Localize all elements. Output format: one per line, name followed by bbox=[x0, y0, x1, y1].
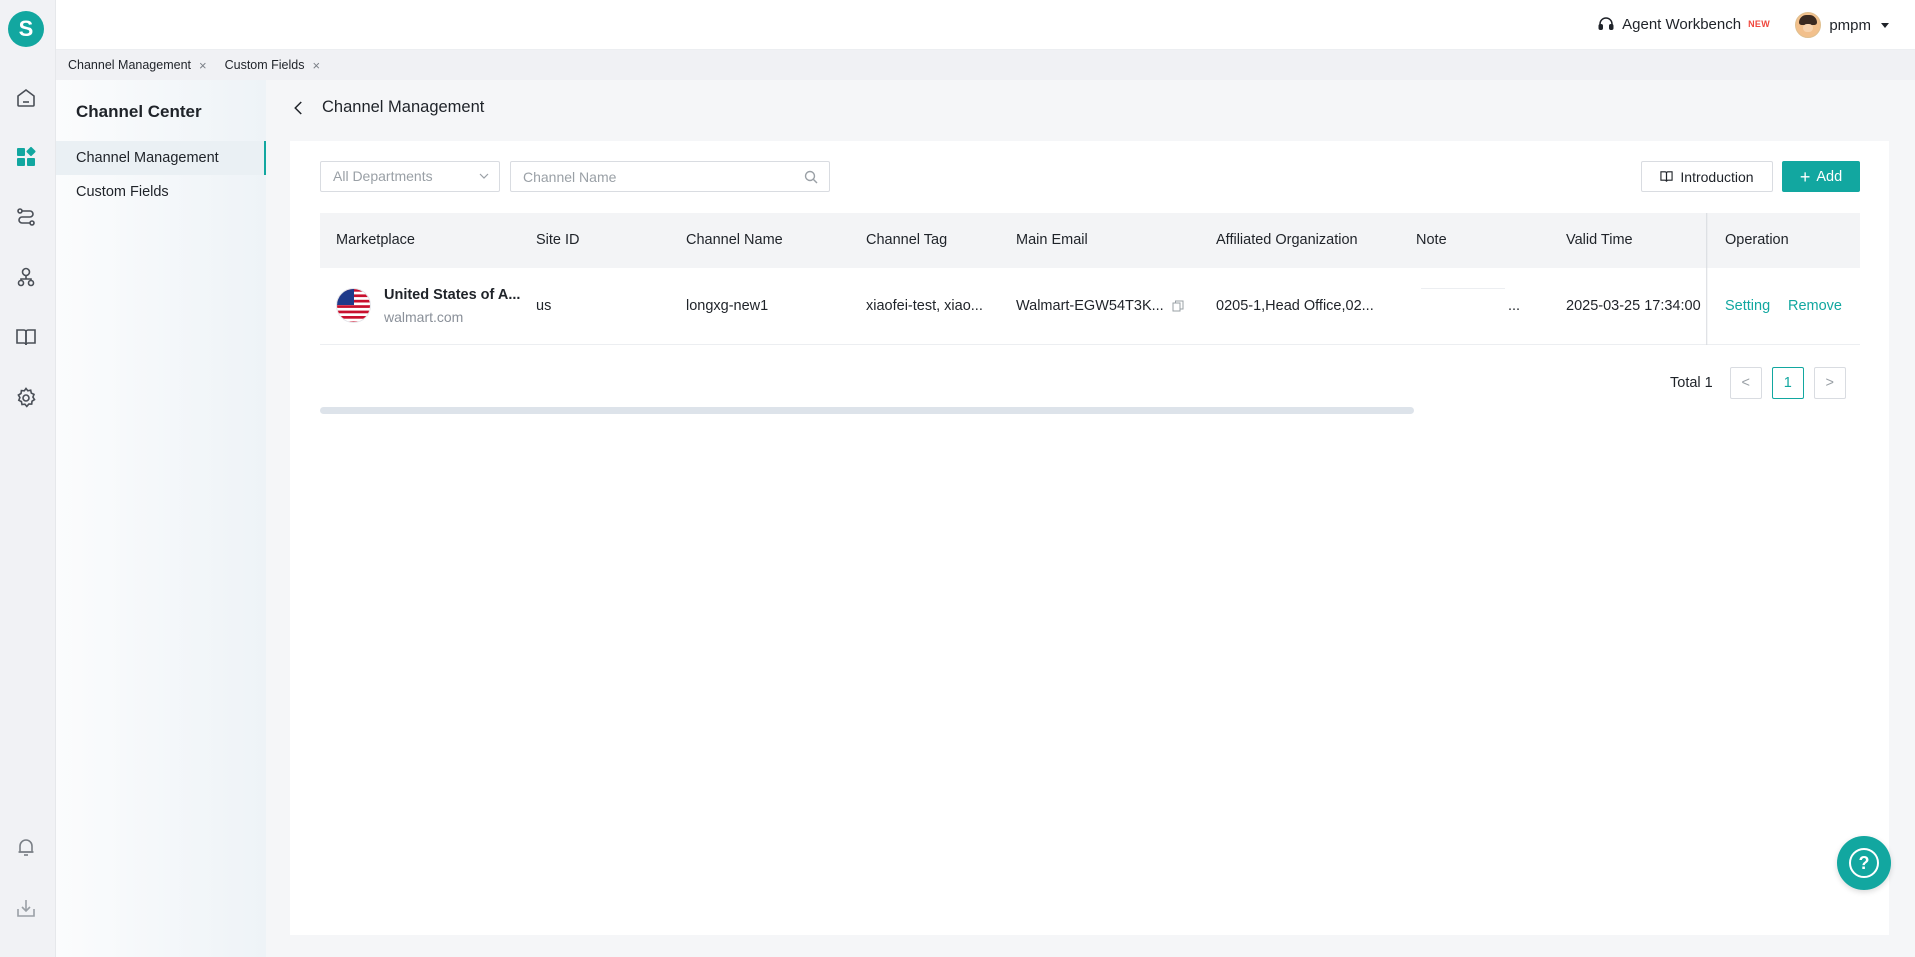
sidebar-item-channel-management[interactable]: Channel Management bbox=[56, 141, 266, 175]
add-label: Add bbox=[1816, 168, 1843, 185]
help-button[interactable]: ? bbox=[1837, 836, 1891, 890]
department-select-placeholder: All Departments bbox=[333, 168, 433, 184]
table-header: Marketplace Site ID Channel Name Channel… bbox=[320, 213, 1860, 268]
channel-table: Marketplace Site ID Channel Name Channel… bbox=[320, 213, 1860, 345]
left-rail: S bbox=[0, 0, 56, 957]
plus-icon: + bbox=[1799, 166, 1811, 187]
page-title: Channel Management bbox=[322, 98, 485, 116]
channel-list-card: All Departments Introduction + Add Marke… bbox=[290, 141, 1889, 935]
gear-icon[interactable] bbox=[14, 386, 38, 410]
page-button-current[interactable]: 1 bbox=[1771, 367, 1804, 399]
channel-center-sidebar: Channel Center Channel Management Custom… bbox=[56, 80, 266, 957]
bell-icon[interactable] bbox=[14, 835, 38, 859]
main-email-cell: Walmart-EGW54T3K... bbox=[1016, 298, 1164, 314]
marketplace-domain: walmart.com bbox=[384, 309, 464, 325]
note-cell: ... bbox=[1508, 298, 1521, 314]
column-header-main-email: Main Email bbox=[1016, 232, 1088, 248]
operation-column-header-bg: Operation bbox=[1708, 213, 1860, 268]
pagination: Total 1 < 1 > bbox=[1670, 367, 1846, 399]
tab-custom-fields[interactable]: Custom Fields × bbox=[225, 58, 320, 73]
affiliated-org-cell: 0205-1,Head Office,02... bbox=[1216, 298, 1374, 314]
remove-link[interactable]: Remove bbox=[1788, 268, 1842, 344]
site-id-cell: us bbox=[536, 298, 552, 314]
download-icon[interactable] bbox=[14, 896, 38, 920]
channel-name-search-input[interactable] bbox=[510, 161, 830, 192]
horizontal-scrollbar[interactable] bbox=[320, 407, 1414, 414]
book-open-icon bbox=[1660, 171, 1674, 182]
book-icon[interactable] bbox=[14, 325, 38, 349]
tab-channel-management[interactable]: Channel Management × bbox=[68, 58, 207, 73]
user-tree-icon[interactable] bbox=[14, 265, 38, 289]
department-select[interactable]: All Departments bbox=[320, 161, 500, 192]
prev-page-button[interactable]: < bbox=[1729, 367, 1762, 399]
user-menu[interactable]: pmpm bbox=[1795, 12, 1889, 38]
next-page-button[interactable]: > bbox=[1813, 367, 1846, 399]
fixed-column-shadow bbox=[1706, 213, 1708, 345]
channel-name-cell: longxg-new1 bbox=[686, 298, 769, 314]
sidebar-title: Channel Center bbox=[76, 102, 202, 121]
back-arrow-icon[interactable] bbox=[290, 99, 308, 117]
introduction-label: Introduction bbox=[1680, 168, 1754, 185]
copy-icon[interactable] bbox=[1172, 300, 1184, 312]
chevron-down-icon bbox=[479, 173, 489, 179]
column-header-note: Note bbox=[1416, 232, 1447, 248]
home-icon[interactable] bbox=[14, 86, 38, 110]
column-header-site-id: Site ID bbox=[536, 232, 580, 248]
main-content: Channel Management All Departments Intro… bbox=[266, 80, 1915, 957]
column-header-marketplace: Marketplace bbox=[336, 232, 415, 248]
open-tabs-bar: Channel Management × Custom Fields × bbox=[56, 50, 1915, 80]
tab-label: Channel Management bbox=[68, 58, 191, 72]
route-icon[interactable] bbox=[14, 205, 38, 229]
close-icon[interactable]: × bbox=[199, 58, 207, 73]
headset-icon bbox=[1598, 17, 1614, 30]
agent-workbench-label: Agent Workbench bbox=[1622, 15, 1742, 33]
new-badge: NEW bbox=[1748, 19, 1770, 29]
tab-label: Custom Fields bbox=[224, 58, 305, 72]
column-header-operation: Operation bbox=[1725, 232, 1789, 248]
pagination-total: Total 1 bbox=[1670, 375, 1713, 391]
app-logo[interactable]: S bbox=[8, 11, 44, 47]
valid-time-cell: 2025-03-25 17:34:00 bbox=[1566, 298, 1701, 314]
username: pmpm bbox=[1829, 16, 1871, 34]
column-header-channel-tag: Channel Tag bbox=[866, 232, 948, 248]
add-channel-button[interactable]: + Add bbox=[1782, 161, 1860, 192]
search-icon[interactable] bbox=[804, 170, 818, 184]
note-divider bbox=[1421, 288, 1505, 289]
agent-workbench-link[interactable]: Agent Workbench NEW bbox=[1597, 15, 1770, 33]
us-flag-icon bbox=[336, 288, 371, 323]
avatar bbox=[1795, 12, 1822, 38]
column-header-valid-time: Valid Time bbox=[1566, 232, 1633, 248]
question-mark-icon: ? bbox=[1849, 848, 1879, 878]
setting-link[interactable]: Setting bbox=[1725, 268, 1770, 344]
introduction-button[interactable]: Introduction bbox=[1641, 161, 1773, 192]
top-header: Agent Workbench NEW pmpm bbox=[56, 0, 1915, 50]
marketplace-name: United States of A... bbox=[384, 287, 521, 303]
operation-column-cell: Setting Remove bbox=[1708, 268, 1860, 344]
table-row: United States of A... walmart.com us lon… bbox=[320, 268, 1860, 345]
channel-tag-cell: xiaofei-test, xiao... bbox=[866, 298, 983, 314]
column-header-channel-name: Channel Name bbox=[686, 232, 783, 248]
column-header-affiliated-org: Affiliated Organization bbox=[1216, 232, 1358, 248]
sidebar-item-custom-fields[interactable]: Custom Fields bbox=[56, 175, 266, 209]
apps-grid-icon[interactable] bbox=[14, 145, 38, 169]
page-header: Channel Management bbox=[290, 98, 484, 117]
caret-down-icon bbox=[1881, 22, 1889, 28]
close-icon[interactable]: × bbox=[312, 58, 320, 73]
